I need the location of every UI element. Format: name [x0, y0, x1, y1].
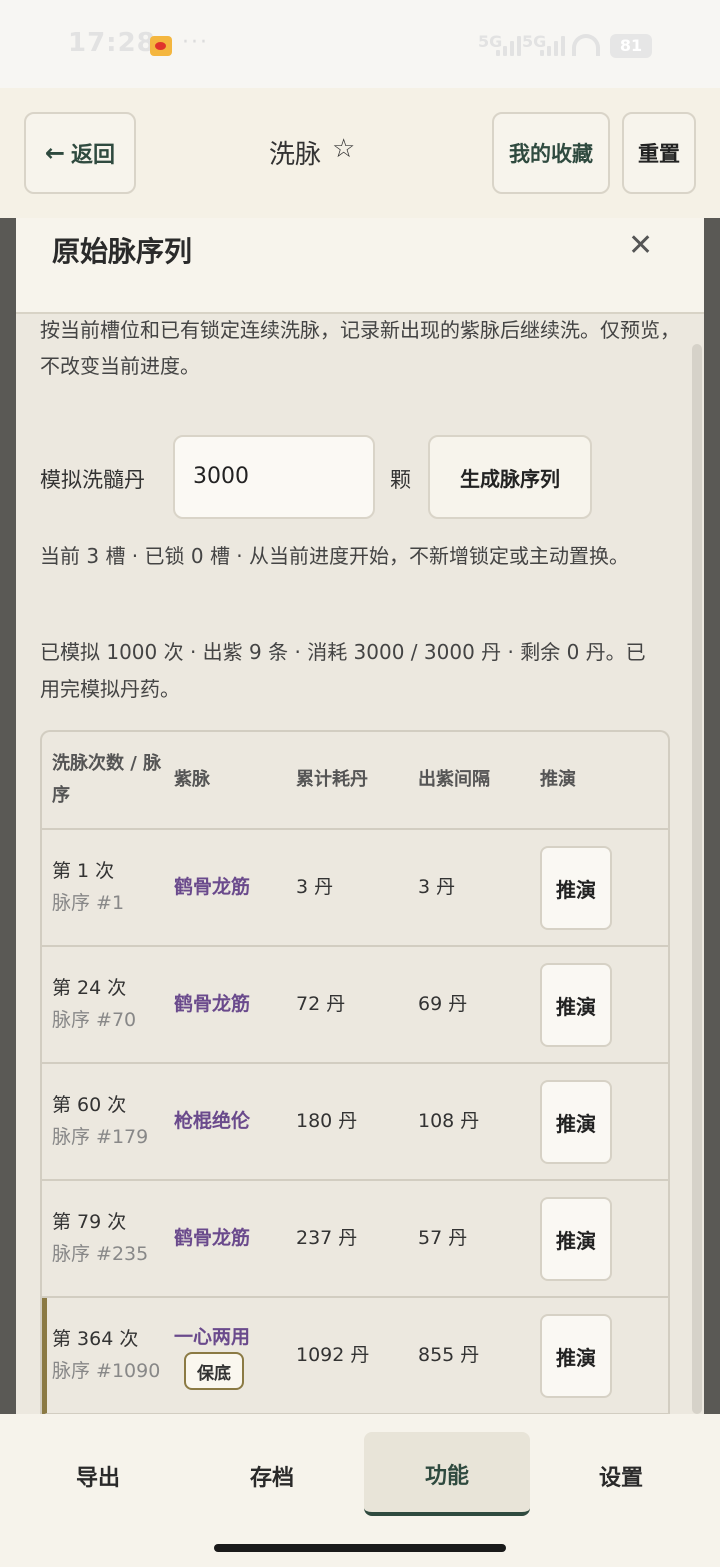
signal-icon-2 [540, 34, 565, 56]
more-notifications-icon: ··· [182, 30, 209, 55]
header-cost: 累计耗丹 [296, 769, 368, 790]
wifi-icon [572, 34, 600, 56]
current-state-info: 当前 3 槽 · 已锁 0 槽 · 从当前进度开始，不新增锁定或主动置换。 [40, 544, 630, 568]
row-count: 第 24 次 [52, 977, 127, 999]
row-cost: 72 丹 [296, 993, 346, 1015]
table-row: 第 1 次 脉序 #1 鹤骨龙筋 3 丹 3 丹 推演 [42, 830, 668, 947]
nav-archive[interactable]: 存档 [232, 1460, 312, 1492]
favorites-button[interactable]: 我的收藏 [492, 112, 610, 194]
row-gap: 3 丹 [418, 876, 456, 898]
deduce-button[interactable]: 推演 [540, 963, 612, 1047]
row-gap: 108 丹 [418, 1110, 480, 1132]
table-row-guaranteed: 第 364 次 脉序 #1090 一心两用 保底 1092 丹 855 丹 推演 [42, 1298, 668, 1415]
modal-title: 原始脉序列 [52, 235, 193, 268]
signal-icon-1 [496, 34, 521, 56]
page-title: 洗脉 [268, 140, 321, 170]
weibo-icon [150, 36, 172, 56]
arrow-left-icon: ← [44, 139, 66, 167]
row-vein: 一心两用 [174, 1326, 251, 1348]
battery-icon: 81 [610, 34, 652, 58]
row-seq: 脉序 #179 [52, 1126, 149, 1148]
reset-button[interactable]: 重置 [622, 112, 696, 194]
modal-description: 按当前槽位和已有锁定连续洗脉，记录新出现的紫脉后继续洗。仅预览，不改变当前进度。 [40, 318, 680, 378]
row-seq: 脉序 #1090 [52, 1360, 161, 1382]
row-cost: 180 丹 [296, 1110, 358, 1132]
nav-settings[interactable]: 设置 [581, 1460, 661, 1492]
simulation-result-info: 已模拟 1000 次 · 出紫 9 条 · 消耗 3000 / 3000 丹 ·… [40, 640, 646, 701]
star-icon[interactable]: ☆ [332, 134, 355, 164]
status-time: 17:28 [68, 28, 156, 58]
row-count: 第 79 次 [52, 1211, 127, 1233]
header-gap: 出紫间隔 [418, 769, 490, 790]
deduce-button[interactable]: 推演 [540, 846, 612, 930]
sequence-modal: 原始脉序列 ✕ 按当前槽位和已有锁定连续洗脉，记录新出现的紫脉后继续洗。仅预览，… [16, 218, 704, 1430]
close-icon[interactable]: ✕ [628, 228, 653, 263]
back-button[interactable]: ← 返回 [24, 112, 136, 194]
row-seq: 脉序 #235 [52, 1243, 149, 1265]
overlay-right [704, 218, 720, 1414]
sim-pill-input[interactable]: 3000 [173, 435, 375, 519]
header-vein: 紫脉 [174, 769, 210, 790]
table-row: 第 79 次 脉序 #235 鹤骨龙筋 237 丹 57 丹 推演 [42, 1181, 668, 1298]
row-count: 第 60 次 [52, 1094, 127, 1116]
row-vein: 鹤骨龙筋 [174, 993, 251, 1015]
row-cost: 1092 丹 [296, 1344, 370, 1366]
modal-header: 原始脉序列 ✕ [16, 218, 704, 314]
row-gap: 69 丹 [418, 993, 468, 1015]
header-count: 洗脉次数 / 脉序 [52, 753, 162, 806]
row-seq: 脉序 #1 [52, 892, 125, 914]
row-gap: 855 丹 [418, 1344, 480, 1366]
deduce-button[interactable]: 推演 [540, 1314, 612, 1398]
row-vein: 枪棍绝伦 [174, 1110, 251, 1132]
deduce-button[interactable]: 推演 [540, 1080, 612, 1164]
row-gap: 57 丹 [418, 1227, 468, 1249]
guarantee-badge: 保底 [184, 1352, 244, 1390]
nav-functions[interactable]: 功能 [407, 1458, 487, 1490]
pill-unit-label: 颗 [390, 468, 411, 492]
header-action: 推演 [540, 769, 576, 790]
overlay-left [0, 218, 16, 1414]
table-header: 洗脉次数 / 脉序 紫脉 累计耗丹 出紫间隔 推演 [42, 732, 668, 830]
table-row: 第 60 次 脉序 #179 枪棍绝伦 180 丹 108 丹 推演 [42, 1064, 668, 1181]
back-label: 返回 [71, 143, 116, 168]
row-count: 第 364 次 [52, 1328, 139, 1350]
home-indicator[interactable] [214, 1544, 506, 1552]
sim-pill-label: 模拟洗髓丹 [40, 468, 145, 492]
row-cost: 237 丹 [296, 1227, 358, 1249]
sequence-table: 洗脉次数 / 脉序 紫脉 累计耗丹 出紫间隔 推演 第 1 次 脉序 #1 鹤骨… [40, 730, 670, 1430]
generate-sequence-button[interactable]: 生成脉序列 [428, 435, 592, 519]
row-cost: 3 丹 [296, 876, 334, 898]
row-vein: 鹤骨龙筋 [174, 1227, 251, 1249]
row-count: 第 1 次 [52, 860, 115, 882]
row-seq: 脉序 #70 [52, 1009, 137, 1031]
status-bar: 17:28 ··· 5G 5G 81 [0, 0, 720, 88]
deduce-button[interactable]: 推演 [540, 1197, 612, 1281]
scrollbar[interactable] [692, 344, 702, 1414]
bottom-nav: 导出 存档 功能 设置 [0, 1414, 720, 1567]
table-row: 第 24 次 脉序 #70 鹤骨龙筋 72 丹 69 丹 推演 [42, 947, 668, 1064]
top-header: ← 返回 洗脉 ☆ 我的收藏 重置 [0, 88, 720, 218]
nav-export[interactable]: 导出 [58, 1460, 138, 1492]
row-vein: 鹤骨龙筋 [174, 876, 251, 898]
